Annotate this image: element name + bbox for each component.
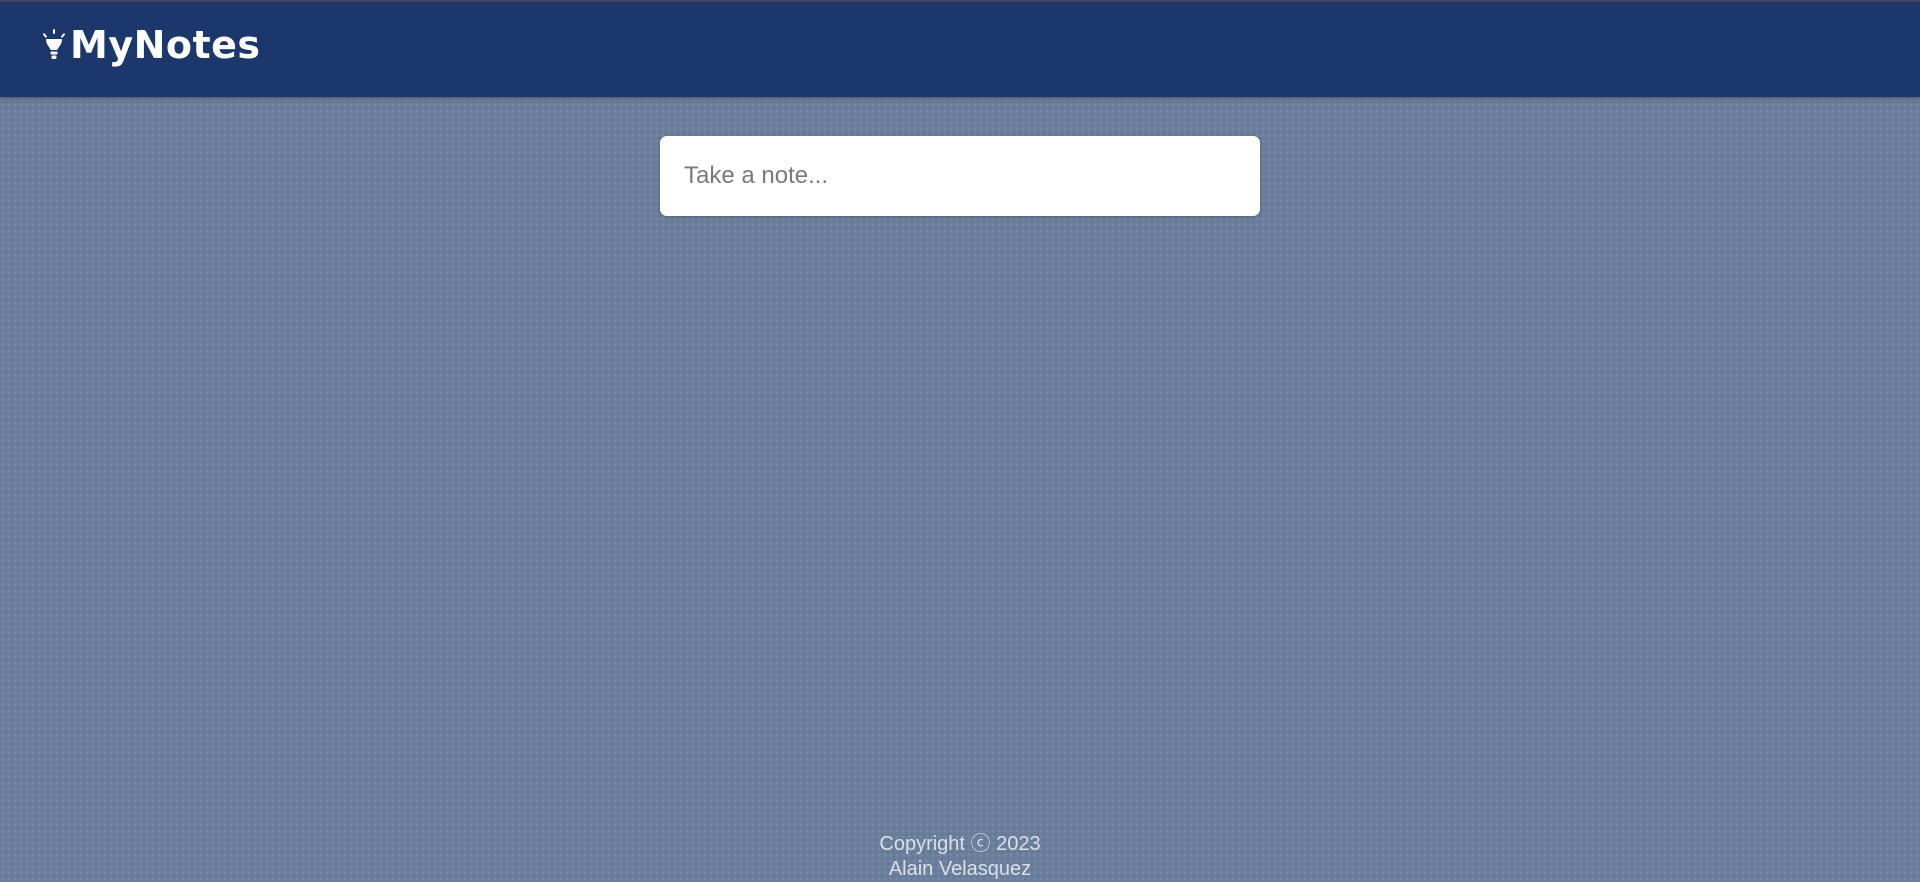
app-header: MyNotes	[0, 0, 1920, 97]
app-title: MyNotes	[70, 23, 261, 67]
lightbulb-icon	[42, 28, 66, 62]
author-name: Alain Velasquez	[888, 858, 1032, 880]
app-logo-link[interactable]: MyNotes	[42, 26, 261, 64]
page-footer: Copyright ⓒ 2023 Alain Velasquez	[0, 832, 1920, 882]
take-note-input[interactable]	[660, 136, 1260, 216]
copyright-text: Copyright ⓒ 2023	[879, 833, 1041, 855]
note-composer	[660, 136, 1260, 216]
